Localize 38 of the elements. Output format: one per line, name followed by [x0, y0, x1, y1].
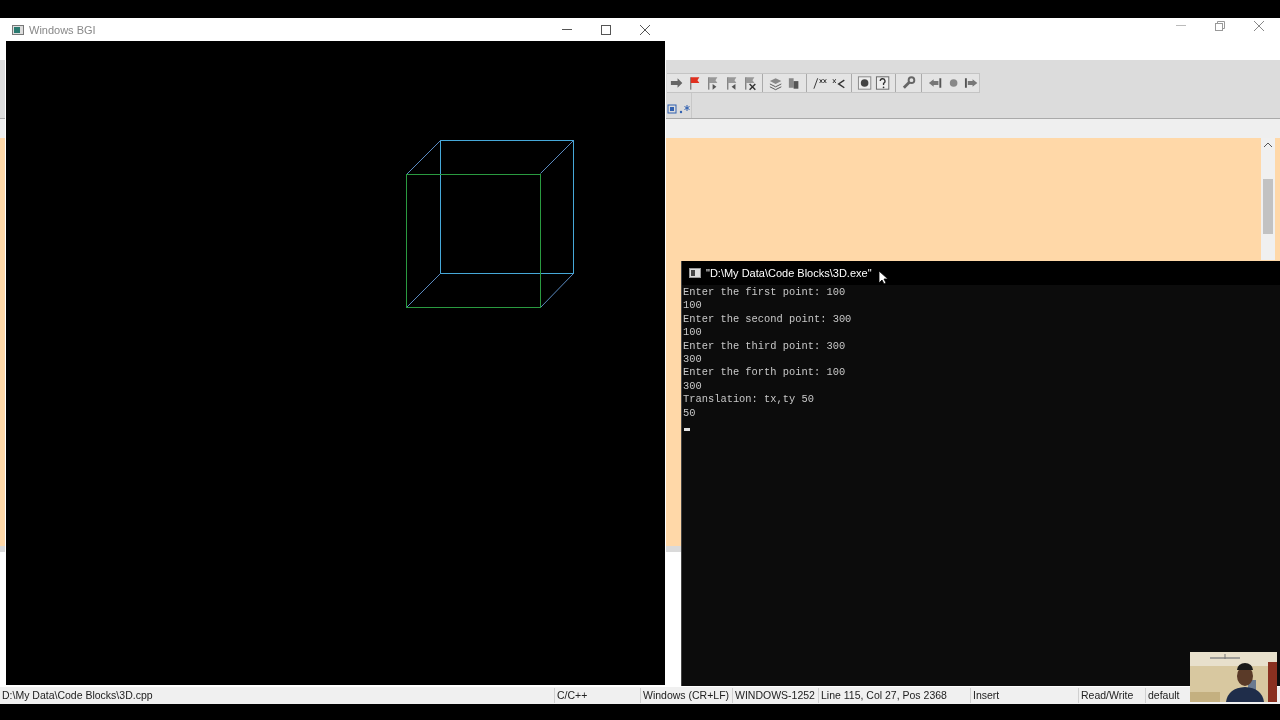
- comment-icon[interactable]: [812, 75, 828, 91]
- window-title: "D:\My Data\Code Blocks\3D.exe": [706, 267, 872, 279]
- status-field: C/C++: [555, 688, 641, 703]
- console-output-line: 50: [683, 406, 697, 421]
- status-field: D:\My Data\Code Blocks\3D.cpp: [0, 688, 555, 703]
- status-field: Insert: [971, 688, 1079, 703]
- box-icon[interactable]: [667, 104, 677, 114]
- scroll-bar[interactable]: [1261, 138, 1275, 260]
- console-output-line: 100: [683, 326, 703, 340]
- jump-forward-icon[interactable]: [963, 75, 980, 91]
- text-cursor: [684, 428, 690, 432]
- scroll-thumb[interactable]: [1263, 179, 1273, 234]
- console-output-line: Enter the first point: 100: [683, 286, 847, 300]
- scroll-up-icon[interactable]: [1263, 141, 1273, 149]
- app-icon: [12, 24, 24, 35]
- jump-back-icon[interactable]: [927, 75, 943, 91]
- console-icon: [689, 268, 701, 278]
- status-field: Read/Write: [1079, 688, 1146, 703]
- wrench-icon[interactable]: [901, 75, 917, 91]
- status-field: Line 115, Col 27, Pos 2368: [819, 688, 971, 703]
- console-output-line: 300: [683, 353, 703, 367]
- layers-icon[interactable]: [768, 75, 784, 91]
- help-icon[interactable]: [875, 75, 891, 91]
- console-output-line: 100: [683, 299, 703, 313]
- window-title: Windows BGI: [29, 23, 97, 36]
- console-output-line: 300: [683, 379, 703, 394]
- restore-icon[interactable]: [1214, 20, 1226, 32]
- status-field: WINDOWS-1252: [733, 688, 819, 703]
- console-output-line: Enter the second point: 300: [683, 312, 853, 327]
- status-field: Windows (CR+LF): [641, 688, 733, 703]
- console-output-line: Translation: tx,ty 50: [683, 393, 815, 407]
- regex-icon[interactable]: [679, 104, 691, 114]
- maximize-icon[interactable]: [600, 23, 612, 36]
- close-icon[interactable]: [639, 23, 651, 36]
- status-field: default: [1146, 688, 1206, 703]
- console-output-line: Enter the third point: 300: [683, 339, 847, 354]
- close-icon[interactable]: [1253, 20, 1265, 32]
- console-output-line: Enter the forth point: 100: [683, 366, 847, 380]
